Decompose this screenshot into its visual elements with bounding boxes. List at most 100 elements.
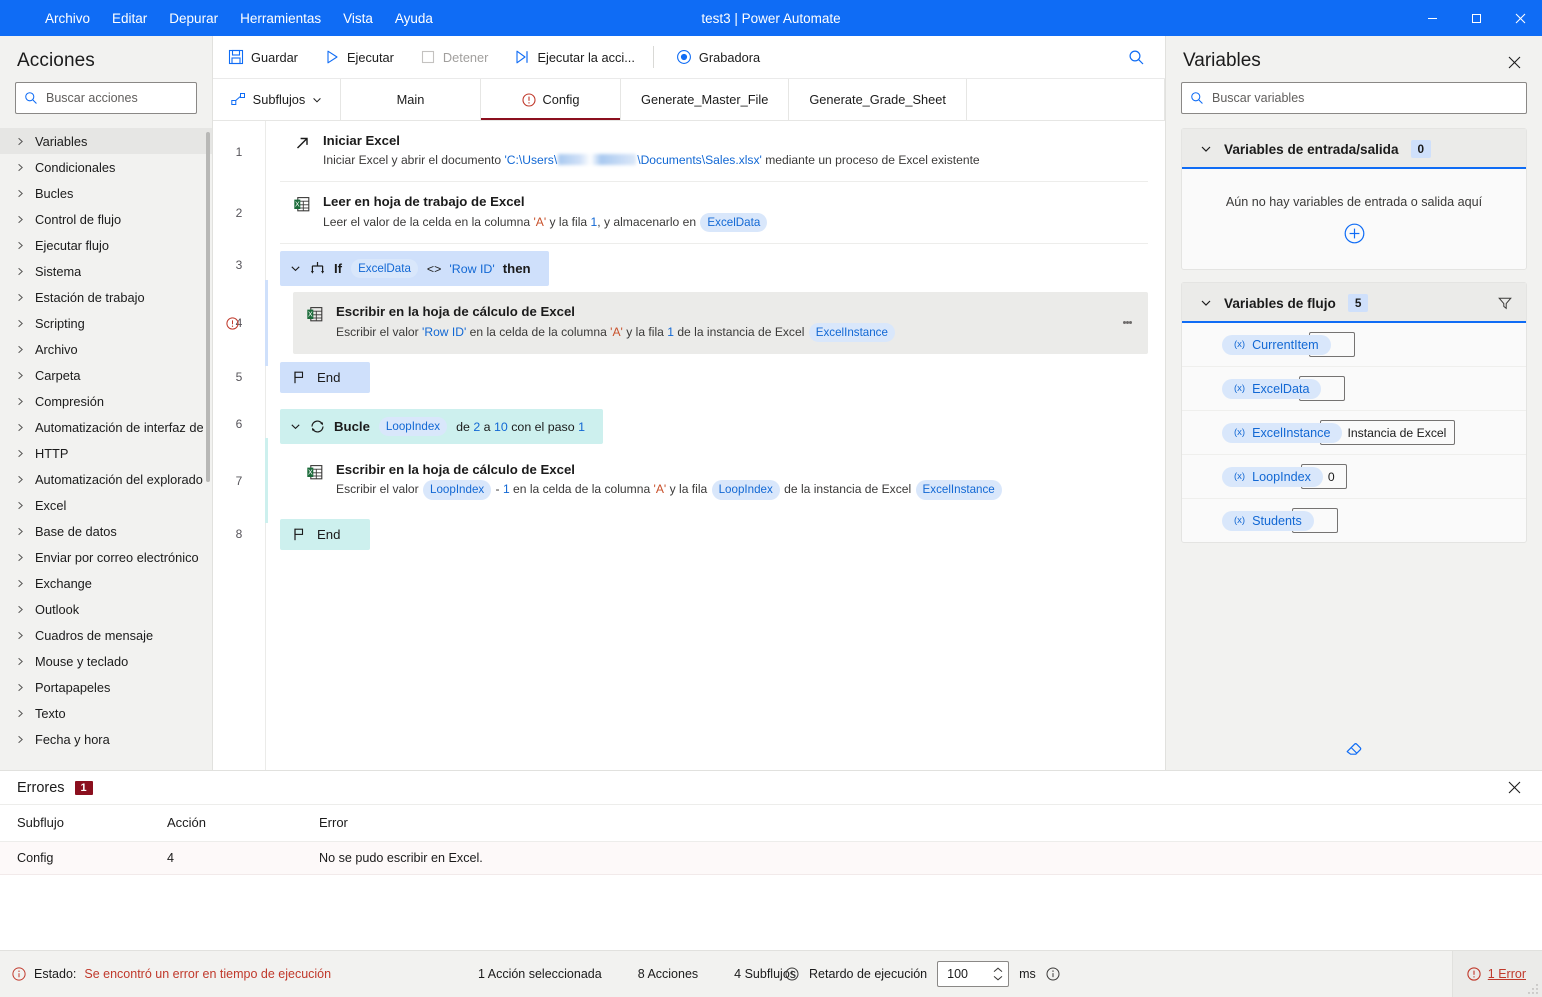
sidebar-item-scripting[interactable]: Scripting: [0, 310, 212, 336]
variable-pill[interactable]: (x) LoopIndex: [1222, 466, 1323, 487]
sidebar-item-ejecutar-flujo[interactable]: Ejecutar flujo: [0, 232, 212, 258]
variable-pill[interactable]: (x) CurrentItem: [1222, 334, 1331, 355]
search-variables-input[interactable]: [1212, 91, 1518, 105]
variable-chip-exceldata[interactable]: ExcelData: [700, 212, 768, 233]
flow-canvas[interactable]: 1 Iniciar Excel Iniciar Excel y abrir el…: [213, 121, 1165, 770]
recorder-button[interactable]: Grabadora: [665, 42, 771, 72]
variable-row-currentitem[interactable]: (x) CurrentItem: [1182, 323, 1526, 367]
sidebar-item-variables[interactable]: Variables: [0, 128, 212, 154]
action-card-iniciar-excel[interactable]: Iniciar Excel Iniciar Excel y abrir el d…: [280, 121, 1148, 183]
actions-search-box[interactable]: [15, 82, 197, 114]
variable-pill[interactable]: (x) ExcelData: [1222, 378, 1322, 399]
close-errors-panel-button[interactable]: [1502, 776, 1526, 800]
block-loop-end[interactable]: End: [280, 518, 371, 550]
sidebar-item-condicionales[interactable]: Condicionales: [0, 154, 212, 180]
chevron-down-icon[interactable]: [290, 263, 301, 274]
tab-main[interactable]: Main: [341, 79, 481, 120]
sidebar-item-http[interactable]: HTTP: [0, 440, 212, 466]
block-if-header[interactable]: If ExcelData <> 'Row ID' then: [280, 251, 549, 287]
sidebar-item-mouse-y-teclado[interactable]: Mouse y teclado: [0, 648, 212, 674]
variable-pill[interactable]: (x) Students: [1222, 510, 1314, 531]
variable-row-exceldata[interactable]: (x) ExcelData: [1182, 367, 1526, 411]
menu-vista[interactable]: Vista: [332, 5, 384, 32]
flow-row[interactable]: 5 End: [213, 361, 1165, 393]
sidebar-item-excel[interactable]: Excel: [0, 492, 212, 518]
run-action-button[interactable]: Ejecutar la acci...: [503, 42, 645, 72]
search-actions-input[interactable]: [46, 91, 188, 105]
variable-chip-excelinstance[interactable]: ExcelInstance: [915, 480, 1002, 500]
close-variables-pane-button[interactable]: [1502, 50, 1526, 74]
chevron-down-icon[interactable]: [1200, 297, 1212, 309]
flow-row[interactable]: 6 Bucle LoopIndex de 2 a 10 con el paso …: [213, 404, 1165, 445]
variable-chip-loopindex[interactable]: LoopIndex: [423, 480, 492, 500]
variable-row-loopindex[interactable]: (x) LoopIndex 0: [1182, 455, 1526, 499]
variable-row-excelinstance[interactable]: (x) ExcelInstance Instancia de Excel: [1182, 411, 1526, 455]
sidebar-item-enviar-por-correo-electr-nico[interactable]: Enviar por correo electrónico: [0, 544, 212, 570]
menu-depurar[interactable]: Depurar: [158, 5, 229, 32]
chevron-down-icon[interactable]: [290, 421, 301, 432]
action-more-menu-icon[interactable]: [1116, 319, 1138, 325]
variable-chip-exceldata[interactable]: ExcelData: [351, 259, 418, 279]
add-variable-icon[interactable]: [1344, 223, 1365, 244]
sidebar-item-portapapeles[interactable]: Portapapeles: [0, 674, 212, 700]
variable-chip-loopindex[interactable]: LoopIndex: [378, 416, 448, 437]
action-card-leer-hoja-excel[interactable]: X Leer en hoja de trabajo de Excel Leer …: [280, 182, 1148, 245]
info-icon[interactable]: [1046, 967, 1060, 981]
save-button[interactable]: Guardar: [217, 42, 309, 72]
toolbar-search-button[interactable]: [1121, 42, 1151, 72]
menu-ayuda[interactable]: Ayuda: [384, 5, 444, 32]
stop-button[interactable]: Detener: [409, 42, 500, 72]
subflows-dropdown[interactable]: Subflujos: [213, 79, 341, 120]
sidebar-item-outlook[interactable]: Outlook: [0, 596, 212, 622]
maximize-icon[interactable]: [1454, 0, 1498, 36]
row-error-icon[interactable]: [226, 317, 239, 330]
filter-icon[interactable]: [1498, 296, 1512, 310]
flow-variables-header[interactable]: Variables de flujo 5: [1182, 283, 1526, 323]
variable-chip-loopindex-2[interactable]: LoopIndex: [711, 480, 780, 500]
sidebar-item-carpeta[interactable]: Carpeta: [0, 362, 212, 388]
sidebar-item-texto[interactable]: Texto: [0, 700, 212, 726]
table-row[interactable]: Config 4 No se pudo escribir en Excel.: [0, 841, 1542, 875]
sidebar-item-exchange[interactable]: Exchange: [0, 570, 212, 596]
flow-row[interactable]: 4 X Escribir en la hoja de cálculo de Ex…: [213, 280, 1165, 366]
action-card-escribir-excel-loop[interactable]: X Escribir en la hoja de cálculo de Exce…: [293, 450, 1148, 511]
sidebar-scrollbar[interactable]: [206, 132, 210, 482]
sidebar-item-control-de-flujo[interactable]: Control de flujo: [0, 206, 212, 232]
stepper-arrows[interactable]: [993, 962, 1003, 986]
chevron-down-icon[interactable]: [1200, 143, 1212, 155]
sidebar-item-archivo[interactable]: Archivo: [0, 336, 212, 362]
chevron-down-icon[interactable]: [993, 975, 1003, 981]
sidebar-item-bucles[interactable]: Bucles: [0, 180, 212, 206]
sidebar-item-fecha-y-hora[interactable]: Fecha y hora: [0, 726, 212, 752]
resize-grip-icon[interactable]: [1527, 983, 1539, 995]
minimize-icon[interactable]: [1410, 0, 1454, 36]
flow-row[interactable]: 8 End: [213, 518, 1165, 550]
variable-chip-excelinstance[interactable]: ExcelInstance: [808, 322, 895, 342]
sidebar-item-automatizaci-n-del-explorado[interactable]: Automatización del explorado: [0, 466, 212, 492]
flow-row[interactable]: 1 Iniciar Excel Iniciar Excel y abrir el…: [213, 121, 1165, 183]
action-card-escribir-excel-if[interactable]: X Escribir en la hoja de cálculo de Exce…: [293, 292, 1148, 354]
menu-herramientas[interactable]: Herramientas: [229, 5, 332, 32]
menu-archivo[interactable]: Archivo: [34, 5, 101, 32]
variable-row-students[interactable]: (x) Students: [1182, 499, 1526, 542]
sidebar-item-automatizaci-n-de-interfaz-de[interactable]: Automatización de interfaz de: [0, 414, 212, 440]
sidebar-item-cuadros-de-mensaje[interactable]: Cuadros de mensaje: [0, 622, 212, 648]
delay-stepper[interactable]: 100: [937, 961, 1010, 987]
flow-row[interactable]: 2 X Leer en hoja de trabajo de Excel Lee…: [213, 182, 1165, 245]
close-icon[interactable]: [1498, 0, 1542, 36]
sidebar-item-base-de-datos[interactable]: Base de datos: [0, 518, 212, 544]
tab-config[interactable]: Config: [481, 79, 621, 120]
io-variables-header[interactable]: Variables de entrada/salida 0: [1182, 129, 1526, 169]
variables-search-box[interactable]: [1181, 82, 1527, 114]
block-loop-header[interactable]: Bucle LoopIndex de 2 a 10 con el paso 1: [280, 408, 603, 445]
flow-row[interactable]: 3 If ExcelData <> 'Row ID' then: [213, 244, 1165, 287]
sidebar-item-estaci-n-de-trabajo[interactable]: Estación de trabajo: [0, 284, 212, 310]
block-if-end[interactable]: End: [280, 361, 371, 393]
sidebar-item-sistema[interactable]: Sistema: [0, 258, 212, 284]
chevron-up-icon[interactable]: [993, 967, 1003, 973]
run-button[interactable]: Ejecutar: [313, 42, 405, 72]
sidebar-item-compresi-n[interactable]: Compresión: [0, 388, 212, 414]
variable-pill[interactable]: (x) ExcelInstance: [1222, 422, 1343, 443]
tab-generate-master-file[interactable]: Generate_Master_File: [621, 79, 790, 120]
flow-row[interactable]: 7 X Escribir en la hoja de cálculo de Ex…: [213, 438, 1165, 523]
